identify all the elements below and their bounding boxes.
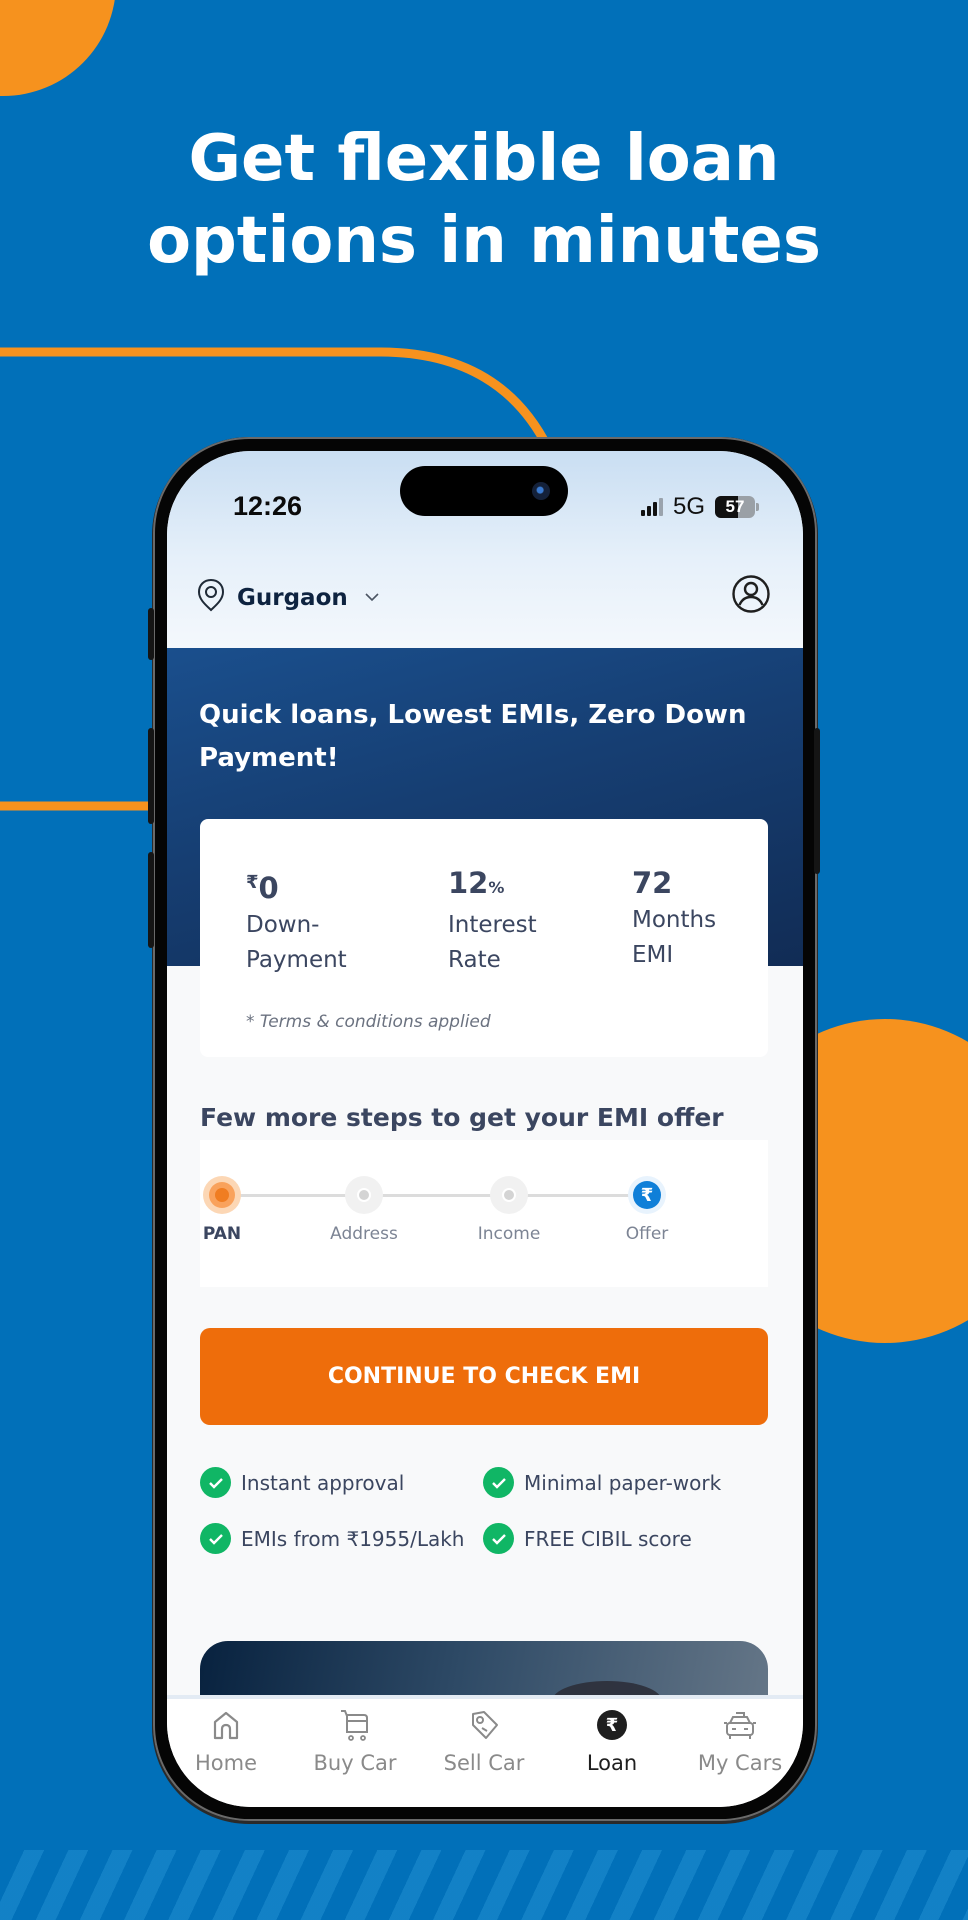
chevron-down-icon xyxy=(364,589,380,607)
step-income-dot xyxy=(490,1176,528,1214)
cart-icon xyxy=(300,1705,410,1745)
app-header: 12:26 5G 57 Gurgaon xyxy=(167,451,803,648)
steps-title: Few more steps to get your EMI offer xyxy=(200,1103,724,1132)
step-label-address: Address xyxy=(330,1224,398,1244)
nav-item-loan[interactable]: ₹ Loan xyxy=(557,1705,667,1775)
battery-level: 57 xyxy=(725,497,745,516)
loan-stats-card: ₹0 Down- Payment 12% Interest Rate 72 Mont… xyxy=(200,819,768,1057)
rupee-icon: ₹ xyxy=(633,1181,661,1209)
check-circle-icon xyxy=(483,1467,514,1498)
stat-value: 72 xyxy=(632,866,673,900)
car-icon xyxy=(685,1705,795,1745)
phone-power-button xyxy=(814,728,820,874)
check-circle-icon xyxy=(200,1523,231,1554)
signal-strength-icon xyxy=(640,498,663,516)
stat-tenure: 72 Months EMI xyxy=(632,865,716,973)
nav-item-home[interactable]: Home xyxy=(171,1705,281,1775)
feature-item: Instant approval xyxy=(200,1467,404,1498)
headline-line-2: options in minutes xyxy=(147,204,821,278)
step-label-income: Income xyxy=(477,1224,541,1244)
nav-item-sell-car[interactable]: Sell Car xyxy=(429,1705,539,1775)
bottom-navigation: Home Buy Car Sell Car ₹ Loan My Cars xyxy=(167,1695,803,1807)
steps-progress: ₹ PAN Address Income Offer xyxy=(200,1140,768,1287)
stat-interest-rate: 12% Interest Rate xyxy=(448,865,537,978)
check-circle-icon xyxy=(200,1467,231,1498)
location-selector[interactable]: Gurgaon xyxy=(197,578,380,617)
location-pin-icon xyxy=(197,578,225,617)
check-circle-icon xyxy=(483,1523,514,1554)
battery-icon: 57 xyxy=(715,496,755,518)
step-address-dot xyxy=(345,1176,383,1214)
decorative-stripes xyxy=(0,1850,968,1920)
phone-volume-down-button xyxy=(148,852,154,948)
step-label-offer: Offer xyxy=(625,1224,669,1244)
feature-item: FREE CIBIL score xyxy=(483,1523,692,1554)
step-label-pan: PAN xyxy=(202,1224,242,1244)
stat-value: 12% xyxy=(448,866,505,900)
headline: Get flexible loan options in minutes xyxy=(0,118,968,282)
continue-to-check-emi-button[interactable]: CONTINUE TO CHECK EMI xyxy=(200,1328,768,1425)
nav-item-buy-car[interactable]: Buy Car xyxy=(300,1705,410,1775)
hero-title: Quick loans, Lowest EMIs, Zero Down Paym… xyxy=(199,700,747,773)
location-name: Gurgaon xyxy=(237,584,348,611)
dynamic-island xyxy=(400,466,568,516)
step-offer-dot: ₹ xyxy=(628,1176,666,1214)
user-profile-icon[interactable] xyxy=(731,574,771,619)
phone-screen: 12:26 5G 57 Gurgaon Quick loans, Lowest … xyxy=(167,451,803,1807)
headline-line-1: Get flexible loan xyxy=(188,122,780,196)
phone-volume-up-button xyxy=(148,728,154,824)
feature-item: Minimal paper-work xyxy=(483,1467,721,1498)
stat-down-payment: ₹0 Down- Payment xyxy=(246,865,347,978)
stat-label: Months EMI xyxy=(632,907,717,968)
status-indicators: 5G 57 xyxy=(640,493,759,521)
nav-item-my-cars[interactable]: My Cars xyxy=(685,1705,795,1775)
stat-label: Down- Payment xyxy=(246,912,347,973)
battery-tip xyxy=(756,503,759,511)
price-tag-icon xyxy=(429,1705,539,1745)
camera-icon xyxy=(532,482,550,500)
stat-label: Interest Rate xyxy=(448,912,537,973)
stat-value: ₹0 xyxy=(246,871,279,905)
feature-item: EMIs from ₹1955/Lakh xyxy=(200,1523,465,1554)
step-pan-dot xyxy=(203,1176,241,1214)
network-type: 5G xyxy=(672,493,705,520)
home-icon xyxy=(171,1705,281,1745)
terms-note: * Terms & conditions applied xyxy=(246,1012,491,1032)
status-time: 12:26 xyxy=(233,491,303,521)
phone-action-button xyxy=(148,608,154,660)
steps-connector-line xyxy=(240,1194,664,1197)
rupee-icon: ₹ xyxy=(557,1705,667,1745)
